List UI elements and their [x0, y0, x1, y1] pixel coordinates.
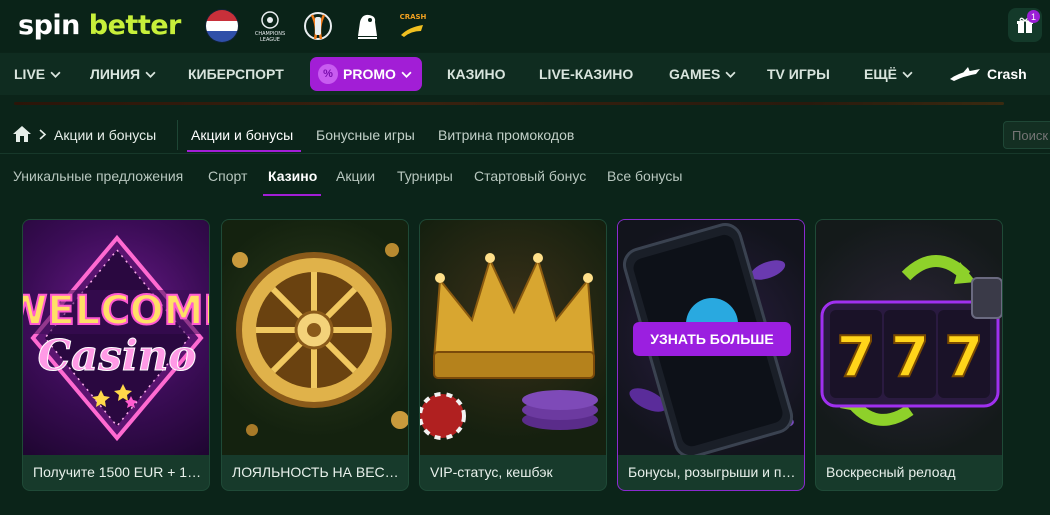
percent-icon: % [318, 64, 338, 84]
nav-item-label: GAMES [669, 66, 721, 82]
chevron-right-icon [39, 129, 47, 140]
nav-item-live[interactable]: LIVE [14, 53, 61, 95]
nav-item-label: КИБЕРСПОРТ [188, 66, 284, 82]
learn-more-button[interactable]: УЗНАТЬ БОЛЬШЕ [633, 322, 791, 356]
nav-item-live-casino[interactable]: LIVE-КАЗИНО [539, 53, 633, 95]
active-subtab-indicator [263, 194, 321, 196]
welcome-text: WELCOME [23, 288, 210, 334]
netherlands-flag-icon[interactable] [205, 9, 239, 43]
premier-league-icon[interactable] [350, 8, 384, 44]
breadcrumb-current: Акции и бонусы [54, 127, 157, 143]
chevron-down-icon [401, 71, 412, 78]
subtab-tournaments[interactable]: Турниры [397, 168, 453, 184]
gift-count-badge: 1 [1027, 10, 1040, 23]
tab-promotions[interactable]: Акции и бонусы [191, 127, 293, 143]
champions-league-icon[interactable]: CHAMPIONS LEAGUE [253, 8, 287, 44]
nav-item-tv-games[interactable]: TV ИГРЫ [767, 53, 830, 95]
promo-card-title: VIP-статус, кешбэк [430, 464, 553, 480]
promo-card-title: Бонусы, розыгрыши и призы [628, 464, 800, 480]
divider [177, 120, 178, 150]
chevron-down-icon [145, 71, 156, 78]
promo-card-image: WELCOME Casino [23, 220, 210, 455]
gift-button[interactable]: 1 [1008, 8, 1042, 42]
promo-card[interactable]: ЛОЯЛЬНОСТЬ НА ВЕСЬ СРОК [221, 219, 409, 491]
brand-name-part2: better [88, 10, 182, 41]
active-tab-indicator [187, 150, 301, 152]
promo-card-image [222, 220, 408, 455]
promo-card-image: 7 7 7 [816, 220, 1002, 455]
nav-item-games[interactable]: GAMES [669, 53, 736, 95]
promo-card-image [420, 220, 606, 455]
chevron-down-icon [50, 71, 61, 78]
chevron-down-icon [725, 71, 736, 78]
tab-promo-codes[interactable]: Витрина промокодов [438, 127, 574, 143]
chevron-down-icon [902, 71, 913, 78]
promo-card[interactable]: WELCOME Casino Получите 1500 EUR + 150 F… [22, 219, 210, 491]
subtab-welcome-bonus[interactable]: Стартовый бонус [474, 168, 586, 184]
nav-item-label: Crash [987, 66, 1027, 82]
svg-text:CRASH: CRASH [400, 13, 427, 21]
nav-item-label: ЕЩЁ [864, 66, 897, 82]
subtab-casino[interactable]: Казино [268, 168, 317, 184]
nav-item-crash[interactable]: Crash [948, 53, 1027, 95]
svg-text:LEAGUE: LEAGUE [260, 37, 280, 43]
nav-item-more[interactable]: ЕЩЁ [864, 53, 913, 95]
brand-logo[interactable]: spin better [18, 10, 181, 41]
subtab-sport[interactable]: Спорт [208, 168, 247, 184]
nav-divider [14, 102, 1004, 105]
home-icon[interactable] [12, 125, 32, 143]
breadcrumb: Акции и бонусы Акции и бонусы Бонусные и… [0, 116, 1050, 154]
subtab-all-bonuses[interactable]: Все бонусы [607, 168, 682, 184]
search-input[interactable] [1003, 121, 1050, 149]
subtab-promotions[interactable]: Акции [336, 168, 375, 184]
tab-bonus-games[interactable]: Бонусные игры [316, 127, 415, 143]
seven-symbol: 7 [837, 325, 876, 390]
nav-item-label: LIVE-КАЗИНО [539, 66, 634, 82]
nav-item-label: PROMO [343, 66, 396, 82]
crash-game-icon[interactable]: CRASH [396, 8, 430, 44]
promo-card-title: Получите 1500 EUR + 150 FS [33, 464, 205, 480]
nav-item-casino[interactable]: КАЗИНО [447, 53, 506, 95]
promo-card[interactable]: VIP-статус, кешбэк [419, 219, 607, 491]
main-nav: LIVE ЛИНИЯ КИБЕРСПОРТ % PROMO КАЗИНО LIV… [0, 53, 1050, 95]
seven-symbol: 7 [945, 325, 984, 390]
nav-item-label: LIVE [14, 66, 46, 82]
nav-item-esports[interactable]: КИБЕРСПОРТ [188, 53, 284, 95]
casino-text: Casino [38, 331, 197, 380]
nav-item-label: КАЗИНО [447, 66, 506, 82]
promo-card[interactable]: 7 7 7 Воскресный релоад [815, 219, 1003, 491]
nav-item-label: ЛИНИЯ [90, 66, 141, 82]
nav-item-line[interactable]: ЛИНИЯ [90, 53, 156, 95]
europa-league-icon[interactable] [301, 8, 335, 44]
nav-item-promo[interactable]: % PROMO [310, 57, 422, 91]
top-bar: spin better CHAMPIONS LEAGUE CRASH 1 [0, 0, 1050, 52]
nav-item-label: TV ИГРЫ [767, 66, 830, 82]
promo-card-title: ЛОЯЛЬНОСТЬ НА ВЕСЬ СРОК [232, 464, 404, 480]
category-tabs: Уникальные предложения Спорт Казино Акци… [0, 158, 1050, 196]
subtab-unique-offers[interactable]: Уникальные предложения [13, 168, 183, 184]
plane-icon [950, 67, 980, 81]
promo-card[interactable]: УЗНАТЬ БОЛЬШЕ Бонусы, розыгрыши и призы [617, 219, 805, 491]
promo-card-title: Воскресный релоад [826, 464, 956, 480]
seven-symbol: 7 [891, 325, 930, 390]
brand-name-part1: spin [18, 10, 80, 41]
